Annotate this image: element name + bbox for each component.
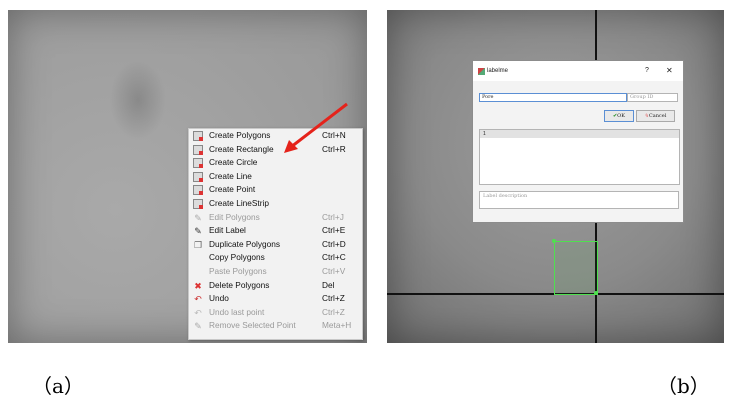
canvas-panel-a: Create Polygons Ctrl+N Create Rectangle Ctr… [8,10,367,343]
ok-label: OK [617,113,626,119]
label-list[interactable]: 1 [479,129,680,185]
caption-b: （b） [657,374,710,398]
cancel-button[interactable]: ↯Cancel [636,110,675,122]
help-button[interactable]: ? [645,67,649,74]
label-input[interactable]: Pore [479,93,627,102]
canvas-panel-b: labelme ? ✕ Pore Group ID ✔OK ↯Cancel 1 … [387,10,724,343]
label-list-header: 1 [480,130,679,138]
rectangle-annotation[interactable] [554,241,598,295]
group-id-input[interactable]: Group ID [627,93,678,102]
vertex-handle[interactable] [594,291,598,295]
red-arrow-annotation [284,102,348,153]
dialog-title: labelme [487,68,509,74]
vertex-handle[interactable] [552,239,556,243]
labelme-logo-icon [478,68,485,75]
ok-button[interactable]: ✔OK [604,110,634,122]
label-dialog: labelme ? ✕ Pore Group ID ✔OK ↯Cancel 1 … [472,60,684,223]
close-button[interactable]: ✕ [666,66,673,75]
caption-a: （a） [32,374,84,398]
dialog-titlebar: labelme ? ✕ [473,61,683,81]
cancel-label: Cancel [648,113,667,119]
label-description-input[interactable]: Label description [479,191,679,209]
